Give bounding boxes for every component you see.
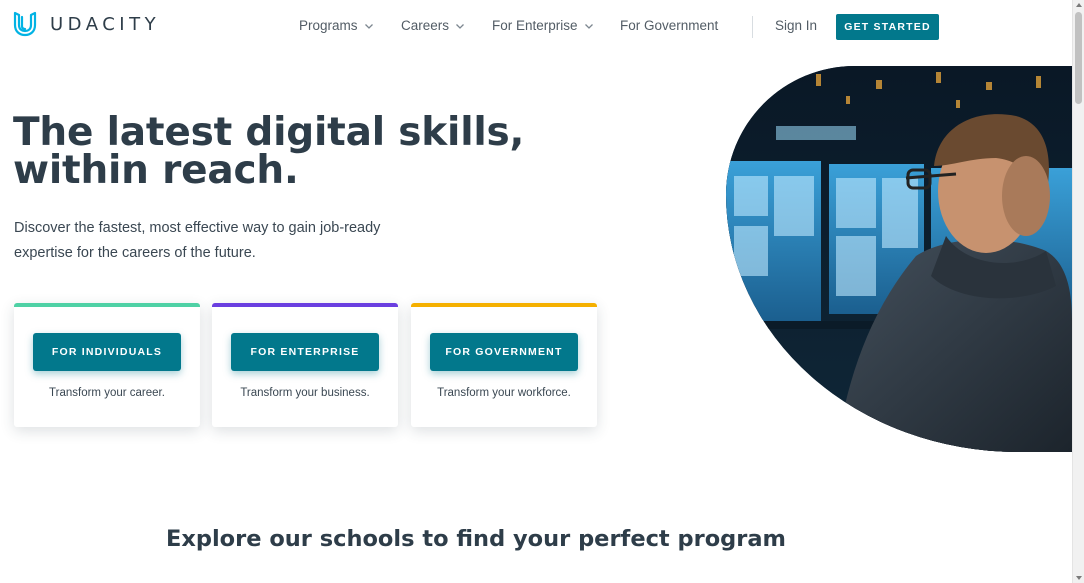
card-description: Transform your career. xyxy=(49,387,165,399)
chevron-down-icon xyxy=(584,23,593,29)
scroll-down-icon[interactable] xyxy=(1076,576,1082,580)
for-individuals-button[interactable]: FOR INDIVIDUALS xyxy=(33,333,181,371)
card-individuals: FOR INDIVIDUALS Transform your career. xyxy=(14,303,200,427)
sign-in-link[interactable]: Sign In xyxy=(775,18,817,33)
nav-careers-label: Careers xyxy=(401,18,450,33)
nav-divider xyxy=(752,16,753,38)
get-started-button[interactable]: GET STARTED xyxy=(836,14,939,40)
scrollbar-thumb[interactable] xyxy=(1075,12,1082,104)
card-accent-bar xyxy=(14,303,200,307)
site-header: UDACITY Programs Careers For Enterprise … xyxy=(0,0,1072,56)
udacity-logo-icon xyxy=(13,11,37,37)
chevron-down-icon xyxy=(364,23,373,29)
for-enterprise-button[interactable]: FOR ENTERPRISE xyxy=(231,333,379,371)
hero-title-line-2: within reach. xyxy=(13,148,299,193)
hero-photo-illustration xyxy=(726,66,1072,452)
nav-careers[interactable]: Careers xyxy=(401,18,465,33)
nav-for-government[interactable]: For Government xyxy=(620,18,718,33)
hero-title-line-1: The latest digital skills, xyxy=(13,110,525,155)
hero-title: The latest digital skills, within reach. xyxy=(13,110,525,193)
scroll-up-icon[interactable] xyxy=(1076,3,1082,7)
card-description: Transform your business. xyxy=(240,387,370,399)
card-accent-bar xyxy=(411,303,597,307)
chevron-down-icon xyxy=(456,23,464,29)
nav-for-government-label: For Government xyxy=(620,18,719,33)
page-scrollbar[interactable] xyxy=(1072,0,1084,583)
nav-programs-label: Programs xyxy=(299,18,358,33)
card-accent-bar xyxy=(212,303,398,307)
hero-subtitle: Discover the fastest, most effective way… xyxy=(14,220,381,261)
udacity-logo[interactable]: UDACITY xyxy=(12,10,160,38)
card-enterprise: FOR ENTERPRISE Transform your business. xyxy=(212,303,398,427)
card-description: Transform your workforce. xyxy=(437,387,571,399)
hero-photo xyxy=(726,66,1072,452)
card-government: FOR GOVERNMENT Transform your workforce. xyxy=(411,303,597,427)
for-government-button[interactable]: FOR GOVERNMENT xyxy=(430,333,578,371)
nav-programs[interactable]: Programs xyxy=(299,18,374,33)
nav-for-enterprise[interactable]: For Enterprise xyxy=(492,18,594,33)
explore-schools-heading: Explore our schools to find your perfect… xyxy=(165,526,787,552)
brand-name: UDACITY xyxy=(50,13,161,35)
nav-for-enterprise-label: For Enterprise xyxy=(492,18,578,33)
